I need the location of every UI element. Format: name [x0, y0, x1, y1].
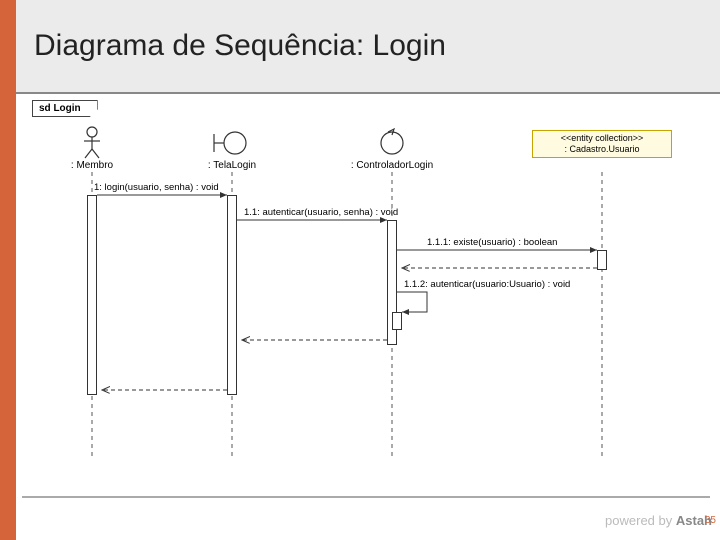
sequence-diagram: sd Login: [32, 100, 714, 490]
activation-controlador-self: [392, 312, 402, 330]
watermark: powered by Astah: [605, 513, 712, 528]
message-1-1-1: 1.1.1: existe(usuario) : boolean: [427, 237, 557, 248]
activation-cadastro: [597, 250, 607, 270]
footer-divider: [22, 496, 710, 498]
message-1-1: 1.1: autenticar(usuario, senha) : void: [244, 207, 398, 218]
watermark-prefix: powered by: [605, 513, 676, 528]
slide-title-region: Diagrama de Sequência: Login: [16, 0, 720, 94]
accent-left-bar: [0, 0, 16, 540]
lifeline-label-membro: : Membro: [71, 160, 113, 171]
slide-title: Diagrama de Sequência: Login: [34, 29, 446, 63]
activation-tela: [227, 195, 237, 395]
entity-name: : Cadastro.Usuario: [537, 144, 667, 155]
lifeline-label-controlador: : ControladorLogin: [351, 160, 433, 171]
entity-stereotype: <<entity collection>>: [537, 133, 667, 144]
message-1-1-2: 1.1.2: autenticar(usuario:Usuario) : voi…: [404, 279, 570, 290]
lifeline-label-tela: : TelaLogin: [208, 160, 256, 171]
lifeline-entity-cadastro: <<entity collection>> : Cadastro.Usuario: [532, 130, 672, 158]
activation-membro: [87, 195, 97, 395]
page-number: 35: [705, 515, 716, 526]
control-icon: [381, 129, 403, 154]
boundary-icon: [214, 132, 246, 154]
actor-icon: [84, 127, 100, 158]
message-1: 1: login(usuario, senha) : void: [94, 182, 219, 193]
